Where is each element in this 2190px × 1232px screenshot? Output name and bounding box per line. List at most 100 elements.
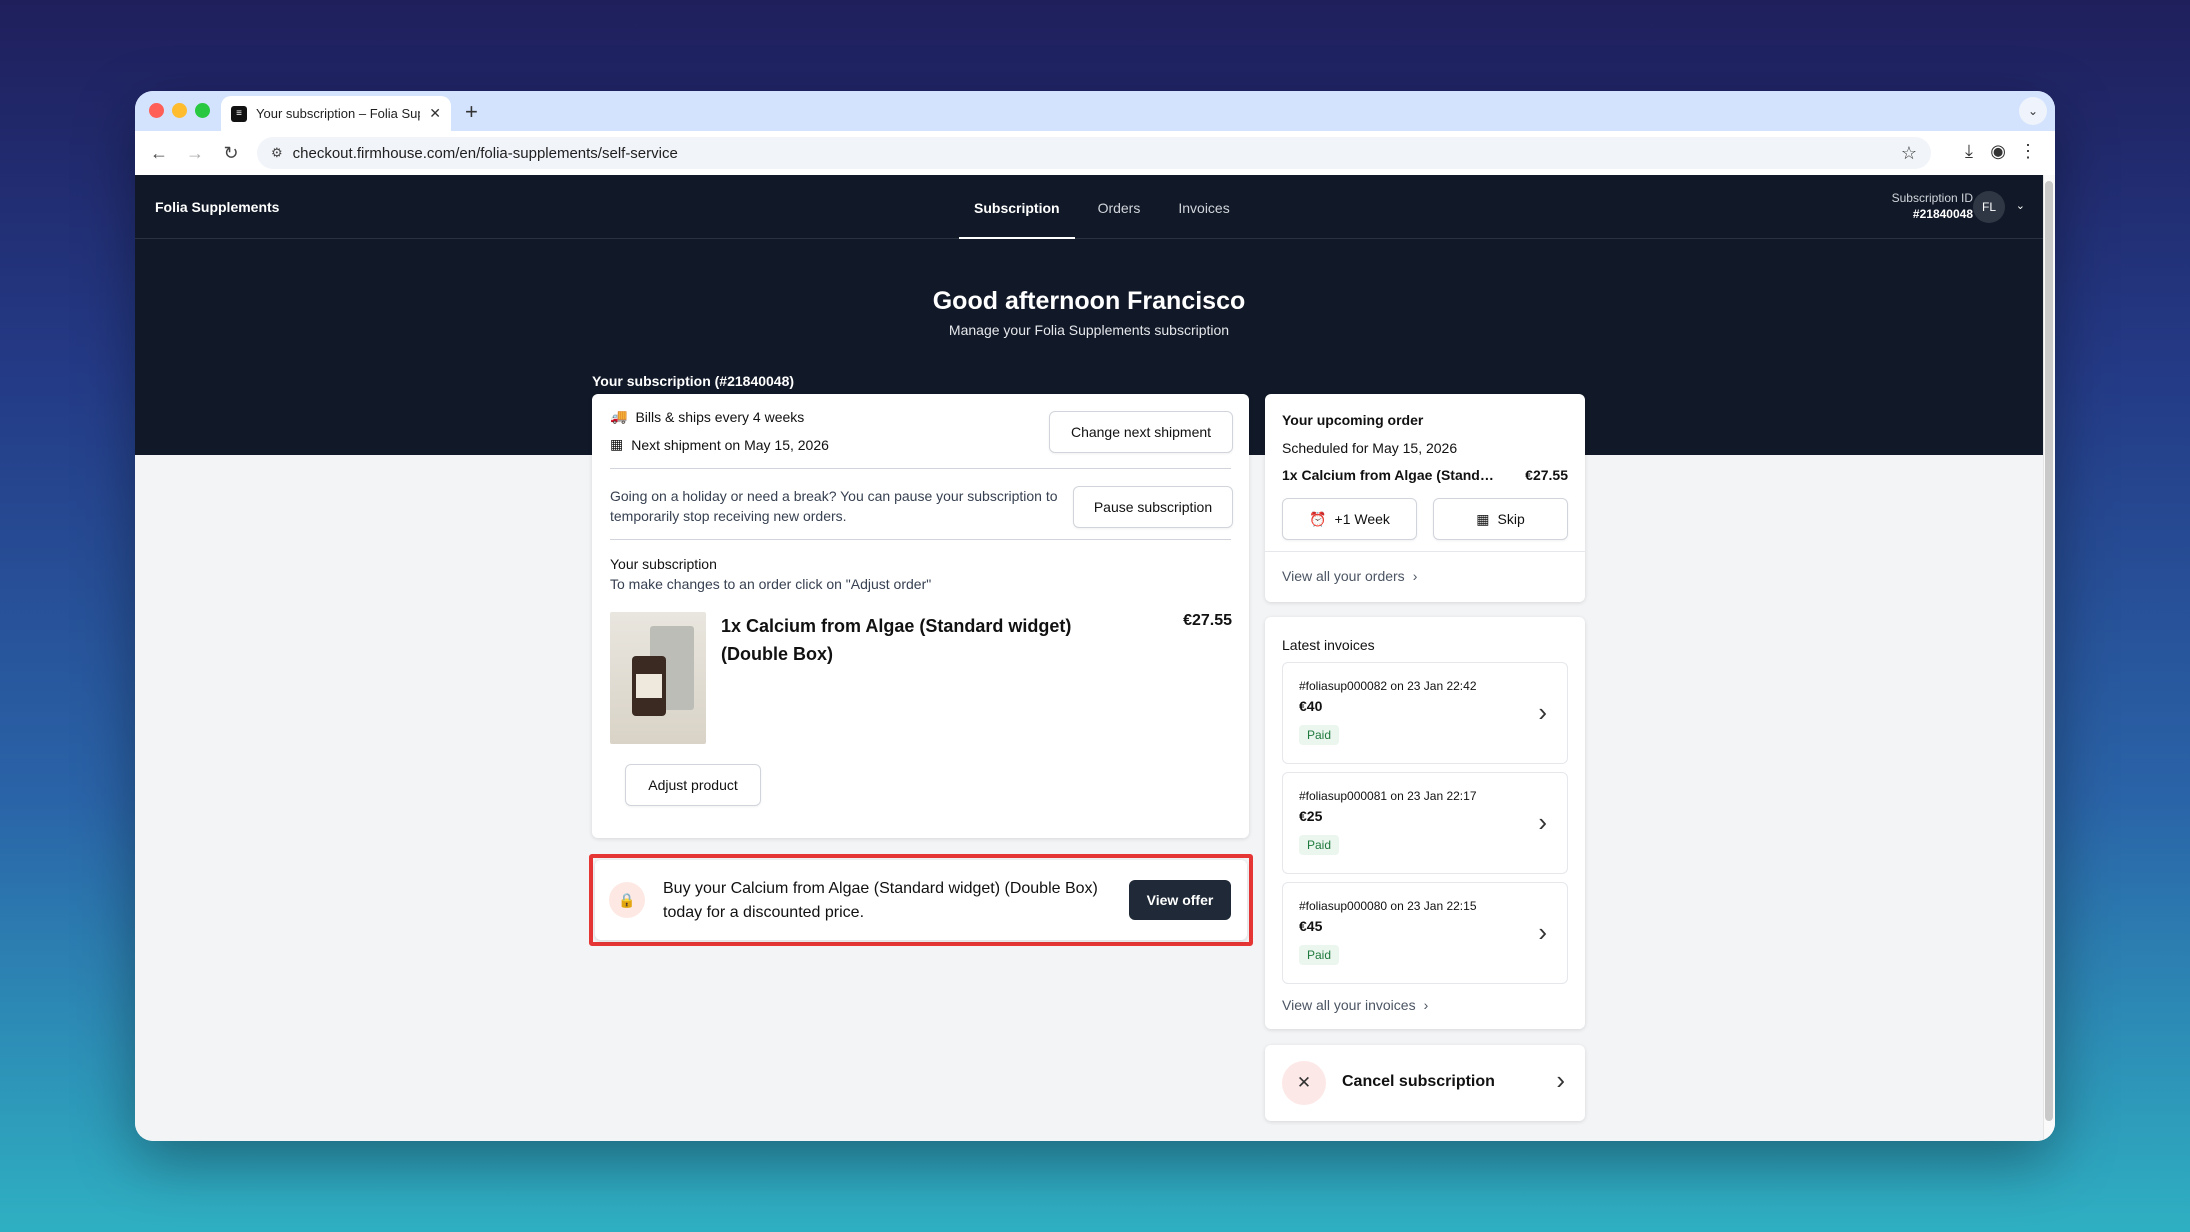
status-badge: Paid <box>1299 945 1340 965</box>
calendar-icon: ▦ <box>610 436 624 452</box>
divider <box>610 468 1231 469</box>
invoice-reference: #foliasup000080 on 23 Jan 22:15 <box>1299 899 1477 913</box>
close-window-button[interactable] <box>149 103 164 118</box>
browser-tab[interactable]: ≡ Your subscription – Folia Supplements … <box>221 96 451 131</box>
tab-search-icon[interactable]: ⌄ <box>2019 97 2047 125</box>
address-bar[interactable]: ⚙ checkout.firmhouse.com/en/folia-supple… <box>257 137 1931 169</box>
avatar[interactable]: FL <box>1973 191 2005 223</box>
upcoming-order-price: €27.55 <box>1525 467 1568 483</box>
upcoming-order-card: Your upcoming order Scheduled for May 15… <box>1265 394 1585 602</box>
product-price: €27.55 <box>1183 612 1232 629</box>
chevron-right-icon: › <box>1423 997 1429 1013</box>
download-icon[interactable]: ⤓ <box>1965 141 1973 162</box>
tab-strip: ≡ Your subscription – Folia Supplements … <box>135 91 2055 131</box>
page-content: Folia Supplements Subscription Orders In… <box>135 175 2043 1141</box>
browser-toolbar: ← → ↻ ⚙ checkout.firmhouse.com/en/folia-… <box>135 131 2055 175</box>
favicon-icon: ≡ <box>231 105 247 122</box>
skip-button[interactable]: ▦ Skip <box>1433 498 1568 540</box>
billing-row: 🚚 Bills & ships every 4 weeks <box>610 408 804 425</box>
browser-window: ≡ Your subscription – Folia Supplements … <box>135 91 2055 1141</box>
view-all-orders-label: View all your orders <box>1282 568 1405 584</box>
new-tab-button[interactable]: + <box>465 99 478 125</box>
status-badge: Paid <box>1299 725 1340 745</box>
top-navigation: Folia Supplements Subscription Orders In… <box>135 175 2043 239</box>
billing-text: Bills & ships every 4 weeks <box>635 408 805 425</box>
change-next-shipment-button[interactable]: Change next shipment <box>1049 411 1233 453</box>
invoice-amount: €25 <box>1299 808 1323 824</box>
view-offer-button[interactable]: View offer <box>1129 880 1231 920</box>
zoom-window-button[interactable] <box>195 103 210 118</box>
page-subtitle: Manage your Folia Supplements subscripti… <box>948 322 1230 338</box>
chevron-right-icon[interactable]: › <box>1538 917 1547 948</box>
view-all-invoices-label: View all your invoices <box>1282 997 1416 1013</box>
pause-subscription-button[interactable]: Pause subscription <box>1073 486 1233 528</box>
invoice-item[interactable]: #foliasup000081 on 23 Jan 22:17 €25 Paid… <box>1282 772 1568 874</box>
invoice-reference: #foliasup000082 on 23 Jan 22:42 <box>1299 679 1477 693</box>
invoice-reference: #foliasup000081 on 23 Jan 22:17 <box>1299 789 1477 803</box>
alarm-clock-icon: ⏰ <box>1309 510 1327 527</box>
reload-icon[interactable]: ↻ <box>213 143 249 164</box>
truck-icon: 🚚 <box>610 408 628 424</box>
close-icon: ✕ <box>1282 1061 1326 1105</box>
url-text[interactable]: checkout.firmhouse.com/en/folia-suppleme… <box>293 145 1891 162</box>
invoice-amount: €45 <box>1299 918 1323 934</box>
minimize-window-button[interactable] <box>172 103 187 118</box>
adjust-product-button[interactable]: Adjust product <box>625 764 761 806</box>
product-image <box>610 612 706 744</box>
invoice-item[interactable]: #foliasup000082 on 23 Jan 22:42 €40 Paid… <box>1282 662 1568 764</box>
adjust-hint: To make changes to an order click on "Ad… <box>610 576 932 592</box>
more-vert-icon[interactable]: ⋮ <box>2019 141 2037 162</box>
chevron-right-icon[interactable]: › <box>1538 807 1547 838</box>
product-jar <box>632 656 666 716</box>
latest-invoices-card: Latest invoices #foliasup000082 on 23 Ja… <box>1265 617 1585 1029</box>
nav-links: Subscription Orders Invoices <box>955 175 1249 239</box>
tab-subscription[interactable]: Subscription <box>955 175 1079 239</box>
brand-name[interactable]: Folia Supplements <box>155 199 279 215</box>
cancel-subscription-label: Cancel subscription <box>1342 1073 1495 1090</box>
view-all-orders-link[interactable]: View all your orders › <box>1282 568 1417 584</box>
tab-invoices[interactable]: Invoices <box>1159 175 1248 239</box>
subscription-id-block: Subscription ID #21840048 <box>1892 190 1973 222</box>
divider <box>1265 551 1585 552</box>
site-info-icon[interactable]: ⚙ <box>271 145 283 161</box>
invoice-item[interactable]: #foliasup000080 on 23 Jan 22:15 €45 Paid… <box>1282 882 1568 984</box>
bookmark-star-icon[interactable]: ☆ <box>1901 143 1917 164</box>
upcoming-order-title: Your upcoming order <box>1282 412 1424 428</box>
divider <box>610 539 1231 540</box>
product-name: 1x Calcium from Algae (Standard widget) … <box>721 616 1072 664</box>
next-shipment-row: ▦ Next shipment on May 15, 2026 <box>610 436 829 453</box>
chevron-right-icon[interactable]: › <box>1556 1065 1565 1096</box>
status-badge: Paid <box>1299 835 1340 855</box>
view-all-invoices-link[interactable]: View all your invoices › <box>1282 997 1428 1013</box>
offer-text: Buy your Calcium from Algae (Standard wi… <box>663 880 1098 921</box>
chevron-right-icon: › <box>1412 568 1418 584</box>
invoice-amount: €40 <box>1299 698 1323 714</box>
tab-close-icon[interactable]: ✕ <box>429 105 441 122</box>
page-title: Good afternoon Francisco <box>932 287 1246 315</box>
plus-one-week-button[interactable]: ⏰ +1 Week <box>1282 498 1417 540</box>
your-subscription-label: Your subscription <box>610 556 717 572</box>
chevron-down-icon[interactable]: ⌄ <box>2016 199 2025 212</box>
upcoming-order-scheduled: Scheduled for May 15, 2026 <box>1282 440 1458 456</box>
pause-description: Going on a holiday or need a break? You … <box>610 488 1058 524</box>
next-shipment-text: Next shipment on May 15, 2026 <box>631 436 829 453</box>
scrollbar-thumb[interactable] <box>2045 181 2053 1121</box>
chevron-right-icon[interactable]: › <box>1538 697 1547 728</box>
calendar-skip-icon: ▦ <box>1476 510 1490 527</box>
latest-invoices-title: Latest invoices <box>1282 637 1375 653</box>
tab-title: Your subscription – Folia Supplements <box>256 106 420 121</box>
subscription-card: 🚚 Bills & ships every 4 weeks ▦ Next shi… <box>592 394 1249 838</box>
tab-orders[interactable]: Orders <box>1079 175 1160 239</box>
plus-one-week-label: +1 Week <box>1334 511 1390 527</box>
upcoming-order-item: 1x Calcium from Algae (Standard widget) … <box>1282 467 1497 483</box>
subscription-id-value: #21840048 <box>1912 207 1973 221</box>
subscription-id-label: Subscription ID <box>1891 191 1973 205</box>
lock-icon: 🔒 <box>609 882 645 918</box>
offer-card: 🔒 Buy your Calcium from Algae (Standard … <box>595 860 1247 940</box>
cancel-subscription-card[interactable]: ✕ Cancel subscription › <box>1265 1045 1585 1121</box>
profile-icon[interactable]: ◉ <box>1990 141 2006 162</box>
forward-arrow-icon[interactable]: → <box>177 143 213 164</box>
subscription-section-title: Your subscription (#21840048) <box>592 373 795 389</box>
skip-label: Skip <box>1497 511 1525 527</box>
back-arrow-icon[interactable]: ← <box>141 143 177 164</box>
